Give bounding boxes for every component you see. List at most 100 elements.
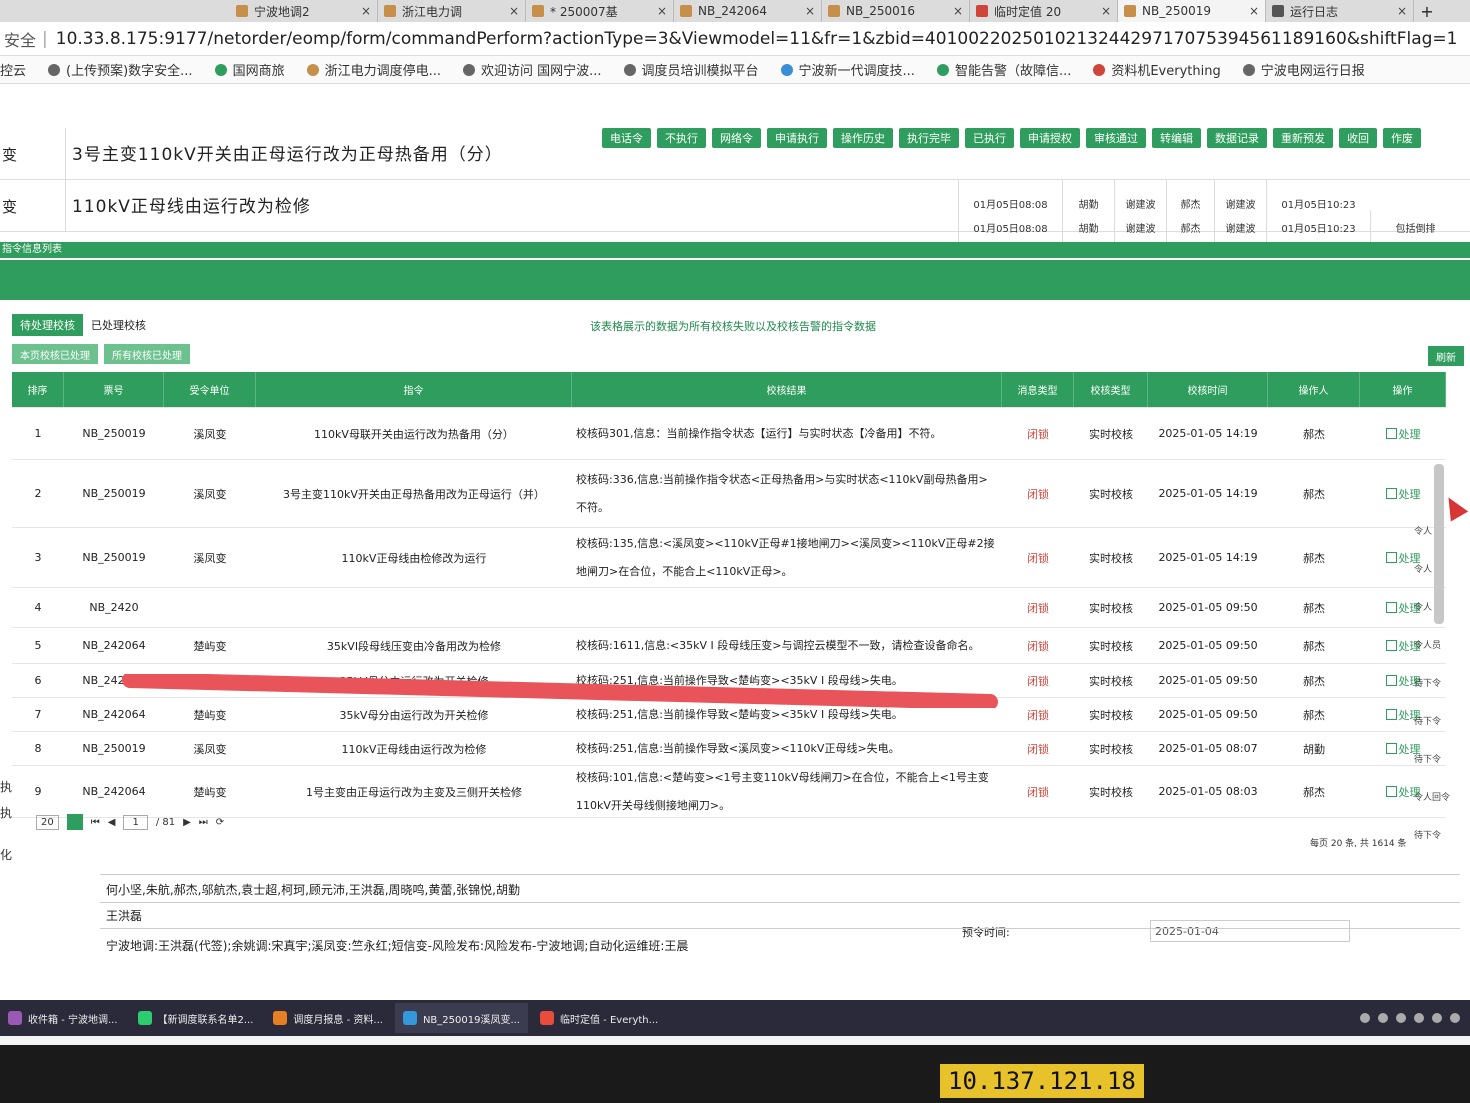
column-header[interactable]: 受令单位 [164,372,256,407]
tray-icon[interactable] [1396,1013,1406,1023]
column-header[interactable]: 票号 [64,372,164,407]
side-action[interactable]: 待下令 [1414,828,1470,866]
close-icon[interactable]: × [657,4,667,18]
executed-button[interactable]: 已执行 [965,128,1014,148]
page-processed-button[interactable]: 本页校核已处理 [12,344,98,364]
side-action[interactable]: 待下令 [1414,676,1470,714]
browser-tab-active[interactable]: NB_250019 × [1118,0,1266,22]
url-field[interactable]: 10.33.8.175:9177/netorder/eomp/form/comm… [56,29,1458,49]
side-action[interactable]: 令人 [1414,600,1470,638]
preorder-time-field[interactable]: 2025-01-04 [1150,920,1350,942]
edit-button[interactable]: 转编辑 [1152,128,1201,148]
close-icon[interactable]: × [953,4,963,18]
resend-button[interactable]: 重新预发 [1273,128,1333,148]
execute-complete-button[interactable]: 执行完毕 [899,128,959,148]
phone-order-button[interactable]: 电话令 [602,128,651,148]
column-header[interactable]: 操作人 [1268,372,1360,407]
browser-tab[interactable]: * 250007基 × [526,0,674,22]
prev-page-icon[interactable]: ◀ [108,817,116,828]
recorder-field[interactable]: 王洪磊 [106,904,142,926]
taskbar-item[interactable]: 【新调度联系名单2... [130,1003,262,1033]
close-icon[interactable]: × [805,4,815,18]
tray-icon[interactable] [1414,1013,1424,1023]
table-row[interactable]: 1 NB_250019 溪凤变 110kV母联开关由运行改为热备用（分） 校核码301,… [12,408,1446,460]
tray-icon[interactable] [1378,1013,1388,1023]
close-icon[interactable]: × [1397,4,1407,18]
bookmark[interactable]: 调度员培训模拟平台 [623,60,759,79]
side-action[interactable]: 令人 [1414,562,1470,600]
row-seq: 6 [34,674,42,687]
tab-pending-check[interactable]: 待处理校核 [12,314,83,336]
table-row[interactable]: 4 NB_2420 闭锁 实时校核 2025-01-05 09:50 郝杰 处理 [12,588,1446,628]
security-indicator[interactable]: 安全 [4,27,36,51]
table-row[interactable]: 9 NB_242064 楚屿变 1号主变由正母运行改为主变及三侧开关检修 校核码:101… [12,766,1446,818]
history-button[interactable]: 操作历史 [833,128,893,148]
close-icon[interactable]: × [1101,4,1111,18]
column-header[interactable]: 排序 [12,372,64,407]
browser-tab[interactable]: 浙江电力调 × [378,0,526,22]
table-row[interactable]: 2 NB_250019 溪凤变 3号主变110kV开关由正母热备用改为正母运行（并） 校… [12,460,1446,528]
page-size-select[interactable]: 20 [36,814,59,830]
participants-field[interactable]: 何小坚,朱航,郝杰,邬航杰,袁士超,柯珂,顾元沛,王洪磊,周晓鸣,黄蕾,张锦悦,… [106,878,520,900]
request-auth-button[interactable]: 申请授权 [1020,128,1080,148]
bookmark[interactable]: 宁波新一代调度技... [780,60,915,79]
refresh-button[interactable]: 刷新 [1428,346,1464,366]
browser-tab[interactable]: NB_250016 × [822,0,970,22]
bookmark[interactable]: 宁波电网运行日报 [1242,60,1365,79]
taskbar-item[interactable]: 收件箱 - 宁波地调... [0,1003,126,1033]
bookmark[interactable]: 智能告警（故障信... [936,60,1071,79]
taskbar-item[interactable]: 调度月报息 - 资料... [265,1003,391,1033]
table-row[interactable]: 8 NB_250019 溪凤变 110kV正母线由运行改为检修 校核码:251,信息:当… [12,732,1446,766]
browser-tab[interactable]: 临时定值 20 × [970,0,1118,22]
not-execute-button[interactable]: 不执行 [657,128,706,148]
go-button[interactable] [66,814,83,830]
bookmark[interactable]: 国网商旅 [214,60,285,79]
all-processed-button[interactable]: 所有校核已处理 [104,344,190,364]
network-order-button[interactable]: 网络令 [712,128,761,148]
table-row[interactable]: 3 NB_250019 溪凤变 110kV正母线由检修改为运行 校核码:135,信息:<… [12,528,1446,588]
approve-button[interactable]: 审核通过 [1086,128,1146,148]
column-header[interactable]: 校核类型 [1074,372,1148,407]
tray-icon[interactable] [1432,1013,1442,1023]
column-header[interactable]: 校核时间 [1148,372,1268,407]
recall-button[interactable]: 收回 [1339,128,1377,148]
notify-field[interactable]: 宁波地调:王洪磊(代签);余姚调:宋真宇;溪凤变:竺永红;短信变-风险发布:风险… [106,934,688,956]
tab-processed-check[interactable]: 已处理校核 [83,314,154,336]
close-icon[interactable]: × [1249,4,1259,18]
taskbar-item[interactable]: 临时定值 - Everyth... [532,1003,666,1033]
browser-tab[interactable]: 运行日志 × [1266,0,1414,22]
process-button[interactable]: 处理 [1360,408,1446,459]
first-page-icon[interactable]: ⏮ [91,817,100,828]
reload-icon[interactable]: ⟳ [216,817,224,828]
side-action[interactable]: 待下令 [1414,752,1470,790]
bookmark[interactable]: 控云 [0,60,26,79]
column-header[interactable]: 操作 [1360,372,1446,407]
side-action[interactable]: 令人回令 [1414,790,1470,828]
close-icon[interactable]: × [361,4,371,18]
last-page-icon[interactable]: ⏭ [199,817,208,828]
browser-tab[interactable]: 宁波地调2 × [230,0,378,22]
column-header[interactable]: 指令 [256,372,572,407]
next-page-icon[interactable]: ▶ [183,817,191,828]
request-execute-button[interactable]: 申请执行 [767,128,827,148]
page-input[interactable]: 1 [123,814,148,830]
data-record-button[interactable]: 数据记录 [1207,128,1267,148]
column-header[interactable]: 消息类型 [1002,372,1074,407]
address-bar[interactable]: 安全 | 10.33.8.175:9177/netorder/eomp/form… [0,22,1470,56]
browser-tab[interactable]: NB_242064 × [674,0,822,22]
taskbar-item[interactable]: NB_250019溪凤变... [394,1003,528,1033]
bookmark[interactable]: 欢迎访问 国网宁波... [462,60,602,79]
void-button[interactable]: 作废 [1383,128,1421,148]
bookmark[interactable]: 资料机Everything [1093,60,1221,79]
bookmark[interactable]: (上传预案)数字安全... [48,60,193,79]
bookmark[interactable]: 浙江电力调度停电... [306,60,441,79]
close-icon[interactable]: × [509,4,519,18]
side-action[interactable]: 待下令 [1414,714,1470,752]
tray-icon[interactable] [1360,1013,1370,1023]
tray-icon[interactable] [1450,1013,1460,1023]
table-row[interactable]: 5 NB_242064 楚屿变 35kVI段母线压变由冷备用改为检修 校核码:1611,… [12,628,1446,664]
side-action[interactable]: 令人 [1414,524,1470,562]
column-header[interactable]: 校核结果 [572,372,1002,407]
new-tab-button[interactable]: + [1414,0,1440,22]
side-action[interactable]: 令人员 [1414,638,1470,676]
